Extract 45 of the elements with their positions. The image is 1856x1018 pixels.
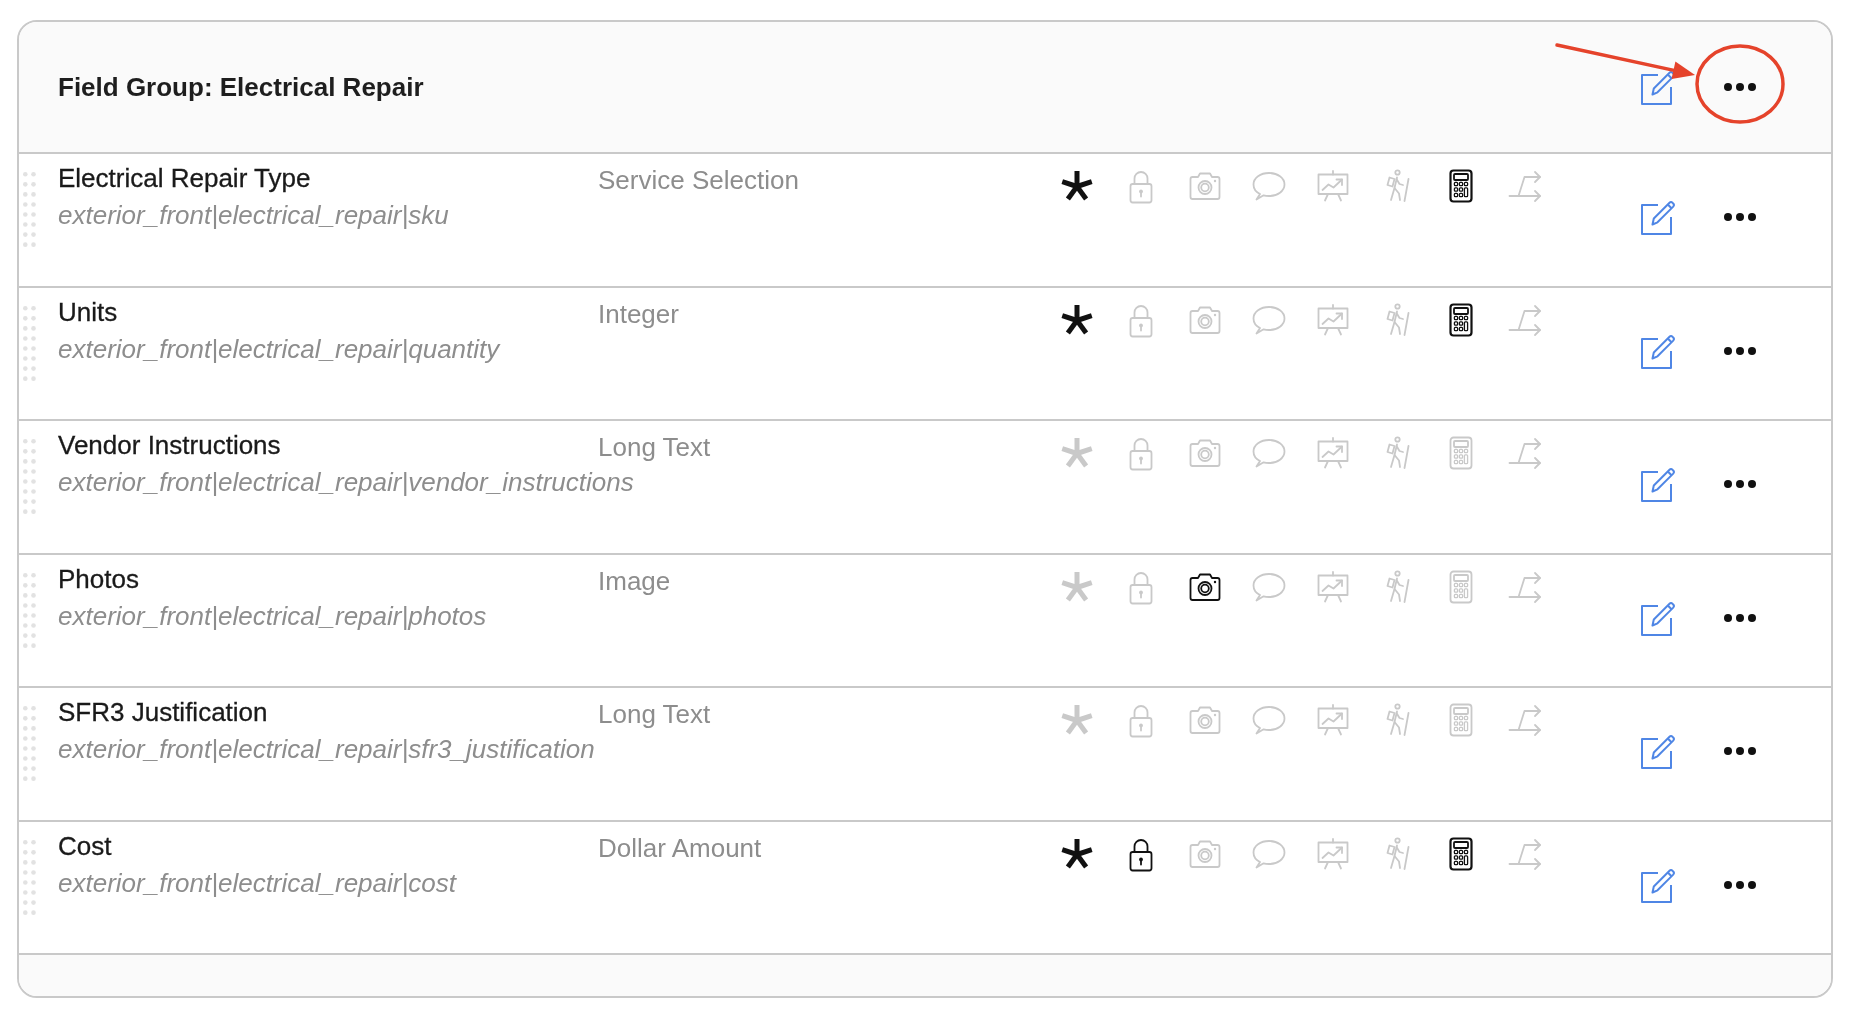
drag-handle-icon[interactable] xyxy=(23,572,36,648)
more-icon[interactable] xyxy=(1724,213,1756,221)
drag-handle-icon[interactable] xyxy=(23,839,36,915)
drag-handle-icon[interactable] xyxy=(23,305,36,381)
field-path: exterior_front|electrical_repair|photos xyxy=(58,599,487,632)
more-icon[interactable] xyxy=(1724,83,1756,91)
chart-board-icon[interactable] xyxy=(1315,568,1351,605)
drag-handle-icon[interactable] xyxy=(23,439,36,514)
edit-icon[interactable] xyxy=(1638,465,1676,503)
edit-icon[interactable] xyxy=(1638,198,1676,236)
edit-icon[interactable] xyxy=(1638,68,1676,106)
more-icon[interactable] xyxy=(1724,747,1756,755)
field-path: exterior_front|electrical_repair|quantity xyxy=(58,332,500,365)
chart-board-icon[interactable] xyxy=(1315,835,1351,872)
field-type: Image xyxy=(598,564,671,597)
drag-handle-icon[interactable] xyxy=(23,706,36,781)
field-type: Integer xyxy=(598,297,679,330)
field-name: Units xyxy=(58,295,118,329)
field-name: Photos xyxy=(58,562,139,596)
field-path: exterior_front|electrical_repair|sku xyxy=(58,199,449,231)
more-icon[interactable] xyxy=(1724,613,1756,622)
chart-board-icon[interactable] xyxy=(1315,301,1351,338)
field-name: Vendor Instructions xyxy=(58,429,281,462)
more-icon[interactable] xyxy=(1724,346,1756,355)
group-title: Field Group: Electrical Repair xyxy=(58,71,424,103)
field-name: SFR3 Justification xyxy=(58,696,268,729)
field-name: Cost xyxy=(58,829,112,863)
field-path: exterior_front|electrical_repair|vendor_instructions xyxy=(58,466,634,498)
edit-icon[interactable] xyxy=(1638,732,1676,770)
field-type: Long Text xyxy=(598,431,711,463)
chart-board-icon[interactable] xyxy=(1315,702,1351,738)
more-icon[interactable] xyxy=(1724,880,1756,889)
split-arrow-icon[interactable] xyxy=(1507,168,1543,204)
chart-board-icon[interactable] xyxy=(1315,435,1351,471)
field-name: Electrical Repair Type xyxy=(58,162,311,195)
field-path: exterior_front|electrical_repair|sfr3_justification xyxy=(58,733,595,765)
chart-board-icon[interactable] xyxy=(1315,168,1351,204)
field-type: Dollar Amount xyxy=(598,831,762,864)
field-type: Long Text xyxy=(598,698,711,730)
more-icon[interactable] xyxy=(1724,480,1756,488)
field-path: exterior_front|electrical_repair|cost xyxy=(58,866,456,899)
field-type: Service Selection xyxy=(598,164,799,196)
split-arrow-icon[interactable] xyxy=(1507,702,1543,738)
split-arrow-icon[interactable] xyxy=(1507,435,1543,471)
drag-handle-icon[interactable] xyxy=(23,172,36,247)
